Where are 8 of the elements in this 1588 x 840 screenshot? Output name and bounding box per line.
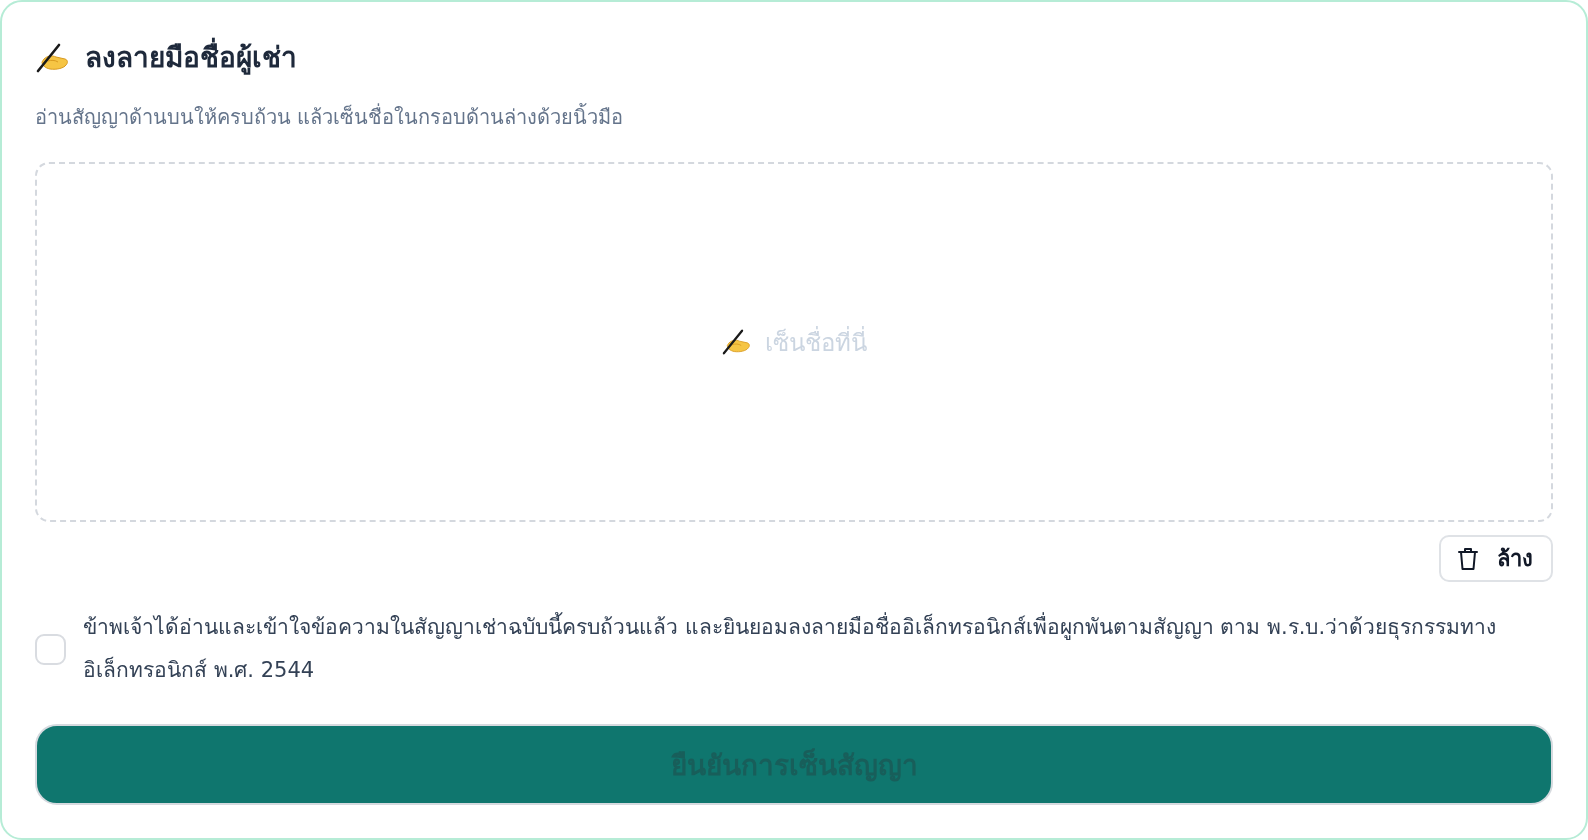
- consent-checkbox[interactable]: [35, 633, 66, 665]
- clear-button[interactable]: ล้าง: [1439, 535, 1553, 582]
- consent-text: ข้าพเจ้าได้อ่านและเข้าใจข้อความในสัญญาเช่าฉบับนี้ครบถ้วนแล้ว และยินยอมลงลายมือชื่ออิเล็กทรอนิกส์เพื่อผูกพันตามสัญญา ตาม พ.ร.บ.ว่าด้วยธุรกรรมทางอิเล็กทรอนิกส์ พ.ศ. 2544: [83, 606, 1553, 692]
- instruction-text: อ่านสัญญาด้านบนให้ครบถ้วน แล้วเซ็นชื่อในกรอบด้านล่างด้วยนิ้วมือ: [35, 102, 625, 131]
- section-title: ลงลายมือชื่อผู้เช่า: [85, 39, 297, 77]
- writing-hand-icon: [35, 43, 69, 73]
- writing-hand-icon: [721, 329, 751, 355]
- trash-icon: [1457, 546, 1479, 571]
